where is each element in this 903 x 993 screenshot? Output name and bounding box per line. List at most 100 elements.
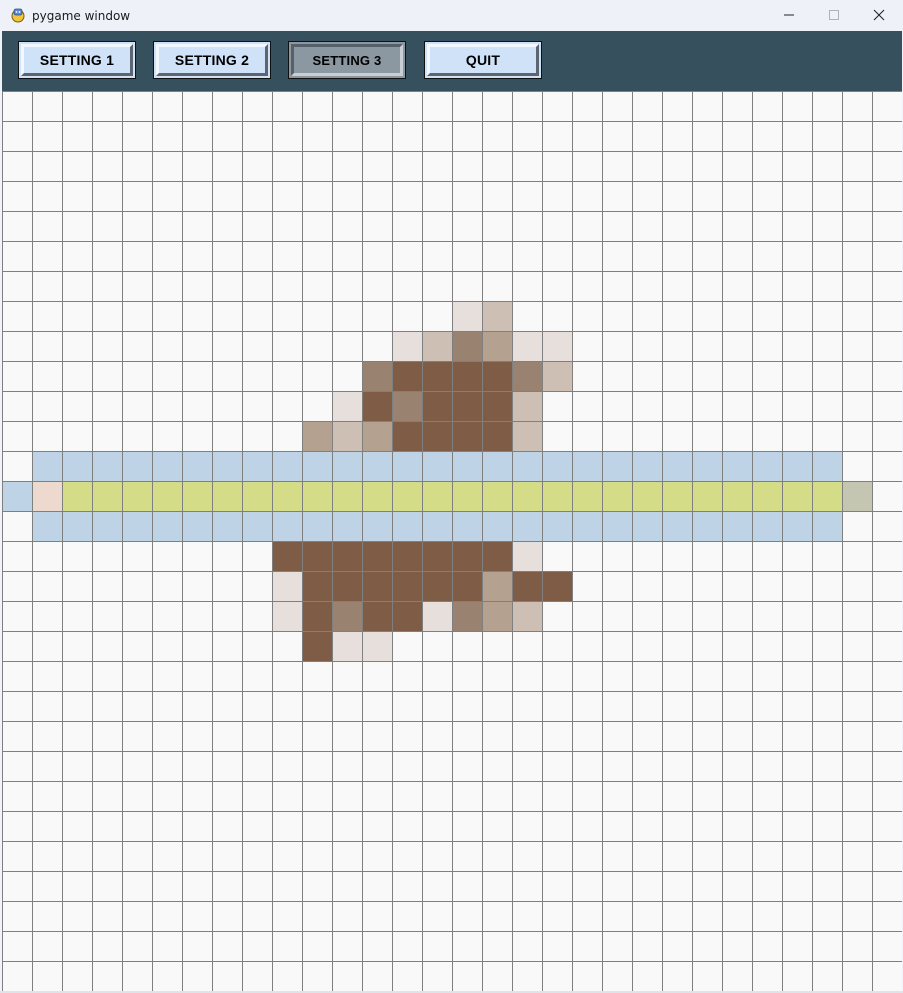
grid-cell[interactable] bbox=[692, 781, 722, 811]
grid-cell[interactable] bbox=[122, 781, 152, 811]
grid-cell[interactable] bbox=[242, 721, 272, 751]
grid-cell[interactable] bbox=[842, 931, 872, 961]
grid-cell[interactable] bbox=[392, 151, 422, 181]
grid-cell[interactable] bbox=[872, 901, 902, 931]
grid-cell[interactable] bbox=[242, 331, 272, 361]
grid-cell[interactable] bbox=[542, 631, 572, 661]
grid-cell[interactable] bbox=[122, 331, 152, 361]
grid-cell[interactable] bbox=[482, 451, 512, 481]
grid-cell[interactable] bbox=[602, 151, 632, 181]
grid-cell[interactable] bbox=[122, 451, 152, 481]
grid-cell[interactable] bbox=[542, 361, 572, 391]
grid-cell[interactable] bbox=[422, 871, 452, 901]
grid-cell[interactable] bbox=[872, 91, 902, 121]
grid-cell[interactable] bbox=[242, 301, 272, 331]
grid-cell[interactable] bbox=[512, 601, 542, 631]
grid-cell[interactable] bbox=[692, 511, 722, 541]
grid-cell[interactable] bbox=[392, 181, 422, 211]
grid-cell[interactable] bbox=[392, 901, 422, 931]
grid-cell[interactable] bbox=[542, 721, 572, 751]
grid-cell[interactable] bbox=[812, 301, 842, 331]
grid-cell[interactable] bbox=[332, 871, 362, 901]
grid-cell[interactable] bbox=[392, 571, 422, 601]
grid-cell[interactable] bbox=[392, 121, 422, 151]
grid-cell[interactable] bbox=[32, 121, 62, 151]
grid-cell[interactable] bbox=[242, 121, 272, 151]
grid-cell[interactable] bbox=[302, 241, 332, 271]
grid-cell[interactable] bbox=[242, 421, 272, 451]
grid-cell[interactable] bbox=[572, 181, 602, 211]
grid-cell[interactable] bbox=[152, 901, 182, 931]
grid-cell[interactable] bbox=[602, 451, 632, 481]
grid-cell[interactable] bbox=[452, 601, 482, 631]
grid-cell[interactable] bbox=[92, 571, 122, 601]
grid-cell[interactable] bbox=[212, 691, 242, 721]
grid-cell[interactable] bbox=[812, 271, 842, 301]
grid-cell[interactable] bbox=[542, 241, 572, 271]
grid-cell[interactable] bbox=[272, 721, 302, 751]
grid-cell[interactable] bbox=[152, 241, 182, 271]
grid-cell[interactable] bbox=[872, 241, 902, 271]
grid-cell[interactable] bbox=[122, 541, 152, 571]
grid-cell[interactable] bbox=[212, 391, 242, 421]
grid-cell[interactable] bbox=[332, 421, 362, 451]
grid-cell[interactable] bbox=[452, 151, 482, 181]
grid-cell[interactable] bbox=[302, 121, 332, 151]
grid-cell[interactable] bbox=[182, 841, 212, 871]
grid-cell[interactable] bbox=[542, 211, 572, 241]
grid-cell[interactable] bbox=[422, 421, 452, 451]
grid-cell[interactable] bbox=[602, 241, 632, 271]
grid-cell[interactable] bbox=[782, 751, 812, 781]
grid-cell[interactable] bbox=[542, 781, 572, 811]
grid-cell[interactable] bbox=[662, 91, 692, 121]
grid-cell[interactable] bbox=[872, 931, 902, 961]
grid-cell[interactable] bbox=[842, 301, 872, 331]
grid-cell[interactable] bbox=[332, 841, 362, 871]
grid-cell[interactable] bbox=[812, 691, 842, 721]
grid-cell[interactable] bbox=[332, 211, 362, 241]
grid-cell[interactable] bbox=[32, 751, 62, 781]
grid-cell[interactable] bbox=[272, 661, 302, 691]
grid-cell[interactable] bbox=[242, 361, 272, 391]
grid-cell[interactable] bbox=[152, 421, 182, 451]
grid-cell[interactable] bbox=[482, 301, 512, 331]
grid-cell[interactable] bbox=[32, 271, 62, 301]
grid-cell[interactable] bbox=[452, 661, 482, 691]
grid-cell[interactable] bbox=[722, 421, 752, 451]
grid-cell[interactable] bbox=[2, 271, 32, 301]
grid-cell[interactable] bbox=[62, 301, 92, 331]
grid-cell[interactable] bbox=[722, 721, 752, 751]
grid-cell[interactable] bbox=[782, 301, 812, 331]
grid-cell[interactable] bbox=[632, 841, 662, 871]
grid-cell[interactable] bbox=[692, 391, 722, 421]
grid-cell[interactable] bbox=[332, 151, 362, 181]
grid-cell[interactable] bbox=[392, 361, 422, 391]
grid-cell[interactable] bbox=[332, 451, 362, 481]
grid-cell[interactable] bbox=[512, 691, 542, 721]
grid-cell[interactable] bbox=[782, 511, 812, 541]
grid-cell[interactable] bbox=[722, 271, 752, 301]
grid-cell[interactable] bbox=[842, 691, 872, 721]
grid-cell[interactable] bbox=[602, 211, 632, 241]
grid-cell[interactable] bbox=[482, 511, 512, 541]
grid-cell[interactable] bbox=[422, 661, 452, 691]
grid-cell[interactable] bbox=[422, 481, 452, 511]
grid-cell[interactable] bbox=[332, 901, 362, 931]
grid-cell[interactable] bbox=[272, 271, 302, 301]
grid-cell[interactable] bbox=[632, 421, 662, 451]
grid-cell[interactable] bbox=[572, 661, 602, 691]
grid-cell[interactable] bbox=[332, 511, 362, 541]
grid-cell[interactable] bbox=[272, 361, 302, 391]
grid-cell[interactable] bbox=[482, 721, 512, 751]
grid-cell[interactable] bbox=[362, 661, 392, 691]
grid-cell[interactable] bbox=[2, 661, 32, 691]
grid-cell[interactable] bbox=[392, 631, 422, 661]
grid-cell[interactable] bbox=[632, 691, 662, 721]
grid-cell[interactable] bbox=[152, 271, 182, 301]
grid-cell[interactable] bbox=[362, 271, 392, 301]
grid-cell[interactable] bbox=[62, 211, 92, 241]
grid-cell[interactable] bbox=[452, 811, 482, 841]
grid-cell[interactable] bbox=[782, 661, 812, 691]
grid-cell[interactable] bbox=[542, 511, 572, 541]
grid-cell[interactable] bbox=[752, 181, 782, 211]
